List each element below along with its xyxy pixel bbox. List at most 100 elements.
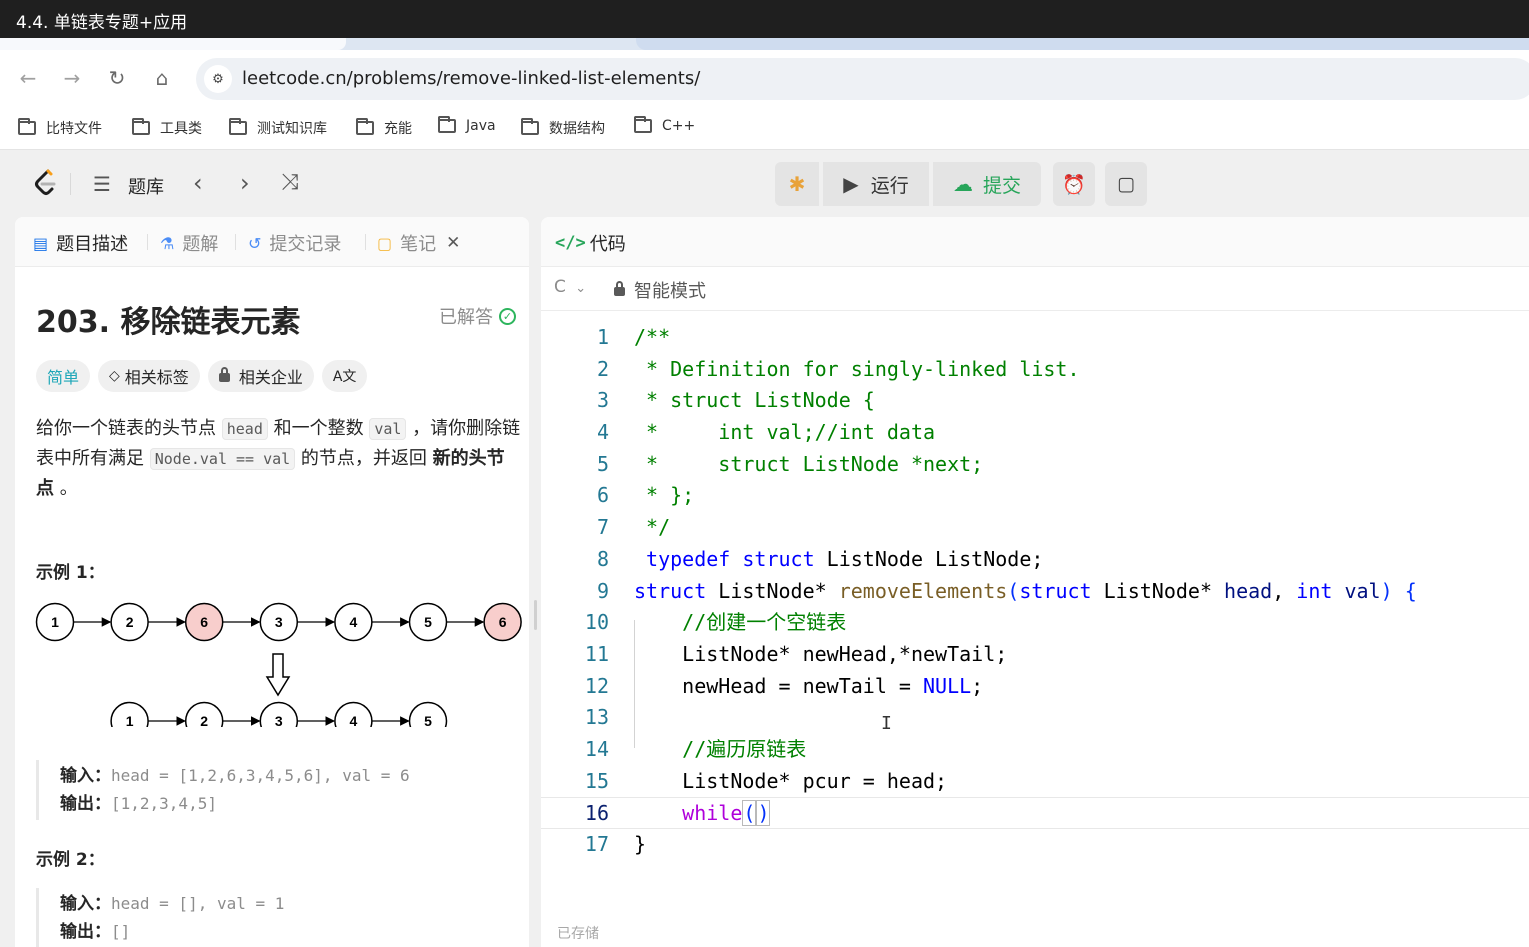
example-divider — [36, 760, 39, 820]
panel-resize-handle[interactable] — [534, 600, 537, 630]
forward-icon[interactable]: → — [58, 64, 86, 92]
check-circle-icon: ✓ — [499, 307, 516, 325]
code-line[interactable]: //遍历原链表 — [634, 734, 806, 766]
folder-icon — [356, 118, 374, 135]
back-icon[interactable]: ← — [14, 64, 42, 92]
address-bar[interactable]: ⚙ leetcode.cn/problems/remove-linked-lis… — [196, 58, 1529, 100]
site-info-icon[interactable]: ⚙ — [204, 65, 232, 93]
companies-tag[interactable]: 相关企业 — [207, 360, 314, 392]
window-titlebar: 4.4. 单链表专题+应用 — [0, 0, 1529, 38]
line-number: 17 — [584, 832, 609, 856]
line-number: 5 — [596, 451, 609, 476]
line-number: 10 — [584, 610, 609, 635]
debug-button[interactable]: ✱ — [775, 162, 819, 206]
list-node-label: 6 — [200, 614, 208, 630]
code-line[interactable]: * int val;//int data — [634, 417, 935, 449]
list-node-label: 2 — [126, 614, 134, 630]
list-node-label: 1 — [126, 713, 134, 727]
bookmark-folder[interactable]: 充能 — [356, 118, 412, 138]
code-line[interactable]: typedef struct ListNode ListNode; — [634, 544, 1043, 576]
list-node-label: 6 — [499, 614, 507, 630]
run-submit-group: ✱ ▶ 运行 ☁ 提交 ⏰ ▢ — [775, 162, 1147, 206]
bookmark-folder[interactable]: 测试知识库 — [229, 118, 327, 138]
list-node-label: 4 — [350, 614, 358, 630]
tab-solutions[interactable]: ⚗ 题解 — [160, 230, 218, 256]
save-status: 已存储 — [557, 926, 599, 942]
list-node-label: 5 — [424, 713, 432, 727]
leetcode-logo-icon[interactable] — [32, 168, 58, 198]
difficulty-badge[interactable]: 简单 — [36, 360, 91, 392]
description-tabs: ▤ 题目描述 ⚗ 题解 ↺ 提交记录 ▢ 笔记 ✕ — [15, 217, 529, 267]
code-line[interactable]: ListNode* pcur = head; — [634, 766, 947, 798]
line-number: 1 — [596, 325, 609, 349]
lock-icon — [218, 366, 230, 382]
line-number: 7 — [596, 515, 609, 540]
translate-button[interactable]: A文 — [321, 360, 368, 392]
language-select[interactable]: C ⌄ — [554, 277, 586, 297]
code-line[interactable]: * struct ListNode *next; — [634, 449, 983, 481]
reload-icon[interactable]: ↻ — [103, 64, 131, 92]
submit-button[interactable]: ☁ 提交 — [933, 162, 1041, 206]
alarm-icon: ⏰ — [1062, 173, 1086, 196]
code-line[interactable]: //创建一个空链表 — [634, 607, 846, 639]
next-problem-icon[interactable]: › — [240, 169, 250, 197]
tab-description[interactable]: ▤ 题目描述 — [33, 230, 128, 256]
url-text[interactable]: leetcode.cn/problems/remove-linked-list-… — [242, 68, 700, 89]
smart-mode-toggle[interactable]: 智能模式 — [614, 277, 706, 303]
tab-notes[interactable]: ▢ 笔记 ✕ — [377, 230, 460, 256]
code-line[interactable]: struct ListNode* removeElements(struct L… — [634, 576, 1417, 608]
bookmark-folder[interactable]: Java — [438, 116, 496, 134]
note-icon: ▢ — [377, 233, 393, 253]
code-line[interactable]: */ — [634, 512, 670, 544]
shuffle-icon[interactable]: ⤨ — [281, 170, 299, 195]
toolbar-divider — [70, 173, 71, 195]
topics-tag[interactable]: ◇ 相关标签 — [98, 360, 200, 392]
linked-list-diagram: 1 2 6 3 4 5 6 1 2 3 4 5 — [35, 602, 522, 727]
bookmark-folder[interactable]: C++ — [634, 116, 695, 134]
browser-navbar: ← → ↻ ⌂ ⚙ leetcode.cn/problems/remove-li… — [0, 50, 1529, 106]
description-panel: ▤ 题目描述 ⚗ 题解 ↺ 提交记录 ▢ 笔记 ✕ 203. 移除链表元素 已解答 ✓ 简单… — [15, 217, 529, 947]
close-icon[interactable]: ✕ — [446, 233, 460, 253]
bookmark-folder[interactable]: 比特文件 — [18, 118, 102, 138]
window-title: 4.4. 单链表专题+应用 — [16, 13, 188, 33]
problem-list-link[interactable]: 题库 — [128, 173, 164, 199]
line-number: 16 — [584, 801, 609, 826]
code-editor[interactable]: 1 /** 2 * Definition for singly-linked li… — [541, 322, 1529, 861]
flask-icon: ⚗ — [160, 233, 175, 253]
tab-submissions[interactable]: ↺ 提交记录 — [248, 230, 341, 256]
timer-button[interactable]: ⏰ — [1053, 162, 1095, 206]
prev-problem-icon[interactable]: ‹ — [193, 169, 203, 197]
list-node-label: 2 — [200, 713, 208, 727]
tab-divider — [235, 234, 236, 250]
home-icon[interactable]: ⌂ — [148, 64, 176, 92]
list-icon[interactable]: ☰ — [93, 172, 111, 196]
browser-tabstrip — [0, 38, 1529, 50]
bookmark-folder[interactable]: 数据结构 — [521, 118, 605, 138]
tab-code[interactable]: </> 代码 — [555, 230, 626, 256]
browser-tab[interactable] — [636, 38, 1529, 50]
app-toolbar: ☰ 题库 ‹ › ⤨ ✱ ▶ 运行 ☁ 提交 ⏰ ▢ — [0, 151, 1529, 217]
bookmarks-bar: 比特文件 工具类 测试知识库 充能 Java 数据结构 C++ — [0, 106, 1529, 150]
note-icon: ▢ — [1117, 173, 1135, 195]
editor-options-bar: C ⌄ 智能模式 — [541, 267, 1529, 311]
example-2-io: 输入：head = [], val = 1 输出：[] — [60, 894, 285, 941]
bookmark-folder[interactable]: 工具类 — [132, 118, 202, 138]
code-line[interactable]: while() — [634, 798, 771, 830]
folder-icon — [229, 118, 247, 135]
note-button[interactable]: ▢ — [1105, 162, 1147, 206]
line-number: 14 — [584, 736, 609, 761]
code-line[interactable]: * }; — [634, 480, 694, 512]
history-icon: ↺ — [248, 233, 262, 253]
line-number: 4 — [596, 420, 609, 445]
indent-guide — [634, 620, 635, 748]
code-line[interactable]: * Definition for singly-linked list. — [634, 354, 1080, 386]
code-line[interactable]: newHead = newTail = NULL; — [634, 671, 983, 703]
run-button[interactable]: ▶ 运行 — [823, 162, 929, 206]
lock-icon — [614, 280, 625, 296]
code-line[interactable]: /** — [634, 322, 670, 354]
code-line[interactable]: ListNode* newHead,*newTail; — [634, 639, 1007, 671]
example-divider — [36, 888, 39, 947]
code-line[interactable]: * struct ListNode { — [634, 385, 875, 417]
browser-tab[interactable] — [0, 38, 346, 50]
code-line[interactable]: } — [634, 829, 646, 861]
